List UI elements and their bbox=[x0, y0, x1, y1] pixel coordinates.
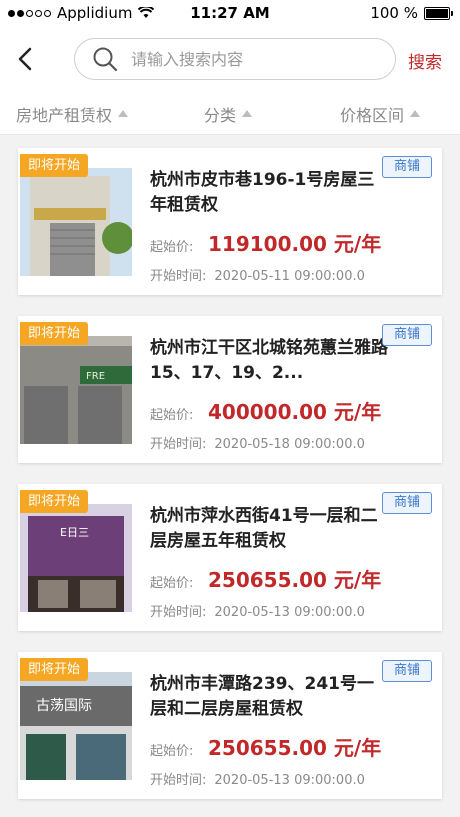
listing-photo: FRE bbox=[20, 336, 132, 444]
status-badge: 即将开始 bbox=[20, 658, 89, 681]
svg-text:E日三: E日三 bbox=[60, 526, 89, 539]
start-time-label: 开始时间: bbox=[150, 269, 207, 284]
type-badge: 商铺 bbox=[382, 492, 432, 514]
status-badge: 即将开始 bbox=[20, 322, 89, 345]
listing-photo bbox=[20, 168, 132, 276]
status-bar: Applidium 11:27 AM 100 % bbox=[0, 0, 460, 28]
caret-up-icon bbox=[118, 109, 129, 117]
listing-title: 杭州市萍水西街41号一层和二层房屋五年租赁权 bbox=[150, 506, 378, 551]
type-badge: 商铺 bbox=[382, 156, 432, 178]
price-value: 250655.00 元/年 bbox=[208, 736, 382, 760]
search-header: 搜索 bbox=[0, 28, 460, 90]
listing-card[interactable]: 即将开始 杭州市皮市巷196-1号房屋三年租赁权 商铺 起始价: 119100.… bbox=[18, 148, 442, 295]
filter-bar: 房地产租赁权 分类 价格区间 bbox=[0, 90, 460, 135]
search-bar[interactable] bbox=[74, 38, 396, 80]
caret-up-icon bbox=[410, 109, 421, 117]
start-time-row: 开始时间: 2020-05-13 09:00:00.0 bbox=[150, 601, 373, 620]
filter-label: 房地产租赁权 bbox=[16, 106, 113, 125]
search-button[interactable]: 搜索 bbox=[408, 48, 442, 73]
price-label: 起始价: bbox=[150, 744, 194, 759]
start-time-label: 开始时间: bbox=[150, 437, 207, 452]
start-time-value: 2020-05-13 09:00:00.0 bbox=[214, 773, 365, 788]
svg-text:古荡国际: 古荡国际 bbox=[36, 698, 92, 714]
listing-card[interactable]: 古荡国际 即将开始 杭州市丰潭路239、241号一层和二层房屋租赁权 商铺 起始… bbox=[18, 652, 442, 799]
start-time-label: 开始时间: bbox=[150, 773, 207, 788]
start-time-row: 开始时间: 2020-05-11 09:00:00.0 bbox=[150, 265, 373, 284]
svg-text:FRE: FRE bbox=[86, 371, 105, 382]
price-value: 119100.00 元/年 bbox=[208, 232, 382, 256]
type-badge: 商铺 bbox=[382, 324, 432, 346]
price-value: 400000.00 元/年 bbox=[208, 400, 382, 424]
filter-label: 分类 bbox=[204, 106, 237, 125]
start-time-value: 2020-05-11 09:00:00.0 bbox=[214, 269, 365, 284]
listing-photo: 古荡国际 bbox=[20, 672, 132, 780]
listing-title: 杭州市江干区北城铭苑蕙兰雅路15、17、19、2... bbox=[150, 338, 388, 383]
start-time-value: 2020-05-13 09:00:00.0 bbox=[214, 605, 365, 620]
start-time-row: 开始时间: 2020-05-13 09:00:00.0 bbox=[150, 769, 373, 788]
price-label: 起始价: bbox=[150, 408, 194, 423]
listing-photo: E日三 bbox=[20, 504, 132, 612]
price-label: 起始价: bbox=[150, 240, 194, 255]
battery-percent: 100 % bbox=[370, 4, 418, 22]
listing-card[interactable]: FRE 即将开始 杭州市江干区北城铭苑蕙兰雅路15、17、19、2... 商铺 … bbox=[18, 316, 442, 463]
search-icon bbox=[93, 47, 118, 72]
filter-classification[interactable]: 分类 bbox=[204, 102, 253, 126]
battery-status: 100 % bbox=[370, 4, 453, 22]
price-value: 250655.00 元/年 bbox=[208, 568, 382, 592]
type-badge: 商铺 bbox=[382, 660, 432, 682]
filter-label: 价格区间 bbox=[340, 106, 405, 125]
price-label: 起始价: bbox=[150, 576, 194, 591]
listing-title: 杭州市皮市巷196-1号房屋三年租赁权 bbox=[150, 170, 375, 215]
start-time-row: 开始时间: 2020-05-18 09:00:00.0 bbox=[150, 433, 373, 452]
status-badge: 即将开始 bbox=[20, 490, 89, 513]
start-time-label: 开始时间: bbox=[150, 605, 207, 620]
start-time-value: 2020-05-18 09:00:00.0 bbox=[214, 437, 365, 452]
caret-up-icon bbox=[242, 109, 253, 117]
listing-card[interactable]: E日三 即将开始 杭州市萍水西街41号一层和二层房屋五年租赁权 商铺 起始价: … bbox=[18, 484, 442, 631]
search-input[interactable] bbox=[129, 48, 395, 70]
listing-title: 杭州市丰潭路239、241号一层和二层房屋租赁权 bbox=[150, 674, 374, 719]
filter-category-rights[interactable]: 房地产租赁权 bbox=[16, 102, 129, 126]
back-arrow-icon[interactable] bbox=[14, 46, 38, 72]
status-badge: 即将开始 bbox=[20, 154, 89, 177]
battery-icon bbox=[424, 6, 453, 20]
filter-price-range[interactable]: 价格区间 bbox=[340, 102, 421, 126]
